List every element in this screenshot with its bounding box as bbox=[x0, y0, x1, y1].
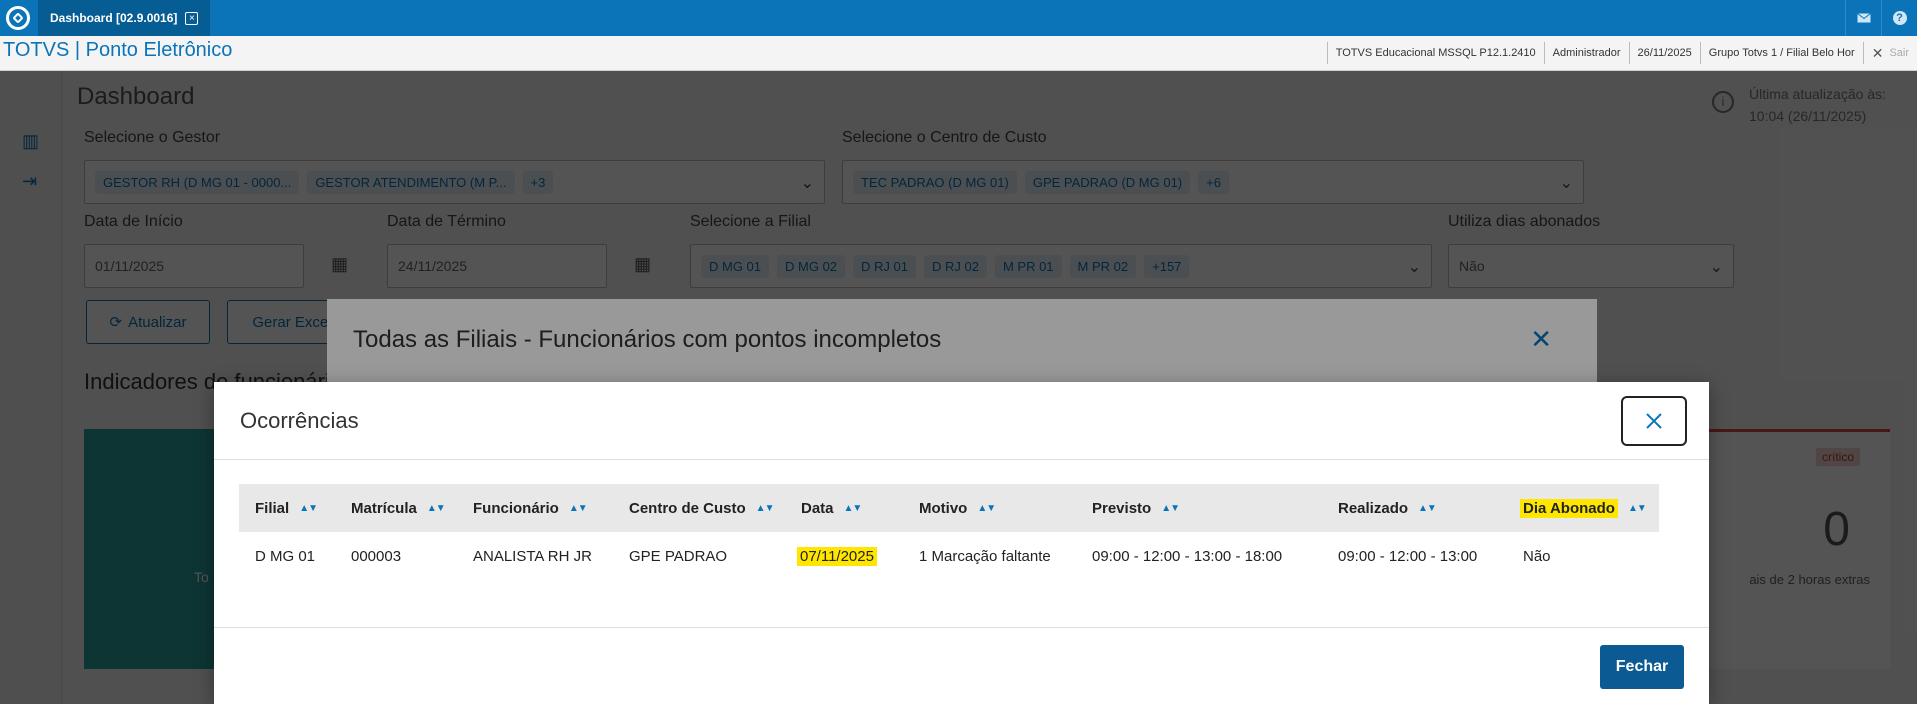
help-icon[interactable]: ? bbox=[1881, 0, 1917, 36]
table-header: Filial ▲▼ Matrícula ▲▼ Funcionário ▲▼ Centr… bbox=[239, 484, 1659, 532]
sort-icon: ▲▼ bbox=[1418, 502, 1437, 514]
close-icon: ✕ bbox=[1871, 44, 1884, 61]
ocorrencias-table: Filial ▲▼ Matrícula ▲▼ Funcionário ▲▼ Centr… bbox=[239, 484, 1659, 580]
close-icon bbox=[1646, 413, 1662, 429]
fechar-button[interactable]: Fechar bbox=[1600, 645, 1684, 689]
modal-ocorrencias: Ocorrências Filial ▲▼ Matrícula ▲▼ Funcion… bbox=[214, 382, 1709, 704]
date-info: 26/11/2025 bbox=[1628, 42, 1700, 64]
sort-icon: ▲▼ bbox=[426, 502, 446, 514]
sort-icon: ▲▼ bbox=[1161, 502, 1180, 514]
column-label: Motivo bbox=[919, 499, 968, 517]
divider bbox=[214, 627, 1709, 628]
cell-centro-custo: GPE PADRAO bbox=[629, 547, 728, 565]
sort-icon: ▲▼ bbox=[299, 502, 318, 514]
system-info: TOTVS Educacional MSSQL P12.1.2410 bbox=[1326, 42, 1544, 64]
cell-data-value: 07/11/2025 bbox=[797, 546, 877, 566]
user-info[interactable]: Administrador bbox=[1543, 42, 1629, 64]
tab-close-icon[interactable]: × bbox=[185, 11, 199, 25]
window-topbar: Dashboard [02.9.0016] × ? bbox=[0, 0, 1917, 36]
exit-label: Sair bbox=[1889, 47, 1909, 59]
brand-title: TOTVS | Ponto Eletrônico bbox=[3, 39, 233, 61]
cell-funcionario: ANALISTA RH JR bbox=[473, 547, 592, 565]
cell-realizado: 09:00 - 12:00 - 13:00 bbox=[1338, 547, 1478, 565]
column-header-centro-custo[interactable]: Centro de Custo ▲▼ bbox=[629, 484, 775, 532]
exit-button[interactable]: ✕ Sair bbox=[1862, 42, 1917, 64]
tab-dashboard[interactable]: Dashboard [02.9.0016] × bbox=[38, 0, 211, 36]
table-row[interactable]: D MG 01 000003 ANALISTA RH JR GPE PADRAO… bbox=[239, 532, 1659, 580]
modal-title: Ocorrências bbox=[240, 408, 359, 433]
tab-title: Dashboard [02.9.0016] bbox=[50, 11, 178, 25]
column-header-previsto[interactable]: Previsto ▲▼ bbox=[1092, 484, 1180, 532]
sort-icon: ▲▼ bbox=[977, 502, 996, 514]
column-header-dia-abonado[interactable]: Dia Abonado ▲▼ bbox=[1520, 484, 1647, 532]
column-label: Matrícula bbox=[351, 499, 417, 517]
cell-data: 07/11/2025 bbox=[797, 532, 877, 580]
column-label: Data bbox=[801, 499, 834, 517]
column-header-filial[interactable]: Filial ▲▼ bbox=[255, 484, 318, 532]
cell-motivo: 1 Marcação faltante bbox=[919, 547, 1051, 565]
sort-icon: ▲▼ bbox=[755, 502, 775, 514]
column-header-matricula[interactable]: Matrícula ▲▼ bbox=[351, 484, 446, 532]
cell-previsto: 09:00 - 12:00 - 13:00 - 18:00 bbox=[1092, 547, 1283, 565]
column-header-motivo[interactable]: Motivo ▲▼ bbox=[919, 484, 996, 532]
column-label: Realizado bbox=[1338, 499, 1409, 517]
divider bbox=[214, 459, 1709, 460]
column-label: Centro de Custo bbox=[629, 499, 746, 517]
column-header-data[interactable]: Data ▲▼ bbox=[801, 484, 863, 532]
totvs-logo-icon[interactable] bbox=[0, 0, 36, 36]
app-header: TOTVS | Ponto Eletrônico TOTVS Educacion… bbox=[0, 36, 1917, 71]
session-info-bar: TOTVS Educacional MSSQL P12.1.2410 Admin… bbox=[1326, 41, 1917, 65]
sort-icon: ▲▼ bbox=[1627, 502, 1647, 514]
column-label: Funcionário bbox=[473, 499, 559, 517]
column-label: Filial bbox=[255, 499, 290, 517]
sort-icon: ▲▼ bbox=[568, 502, 588, 514]
cell-matricula: 000003 bbox=[351, 547, 402, 565]
sort-icon: ▲▼ bbox=[843, 502, 863, 514]
branch-info[interactable]: Grupo Totvs 1 / Filial Belo Hor bbox=[1699, 42, 1863, 64]
column-header-funcionario[interactable]: Funcionário ▲▼ bbox=[473, 484, 588, 532]
column-header-realizado[interactable]: Realizado ▲▼ bbox=[1338, 484, 1437, 532]
column-label: Previsto bbox=[1092, 499, 1152, 517]
close-button[interactable] bbox=[1621, 396, 1687, 446]
column-label: Dia Abonado bbox=[1520, 498, 1618, 518]
cell-dia-abonado: Não bbox=[1523, 547, 1551, 565]
cell-filial: D MG 01 bbox=[255, 547, 316, 565]
mail-icon[interactable] bbox=[1845, 0, 1881, 36]
